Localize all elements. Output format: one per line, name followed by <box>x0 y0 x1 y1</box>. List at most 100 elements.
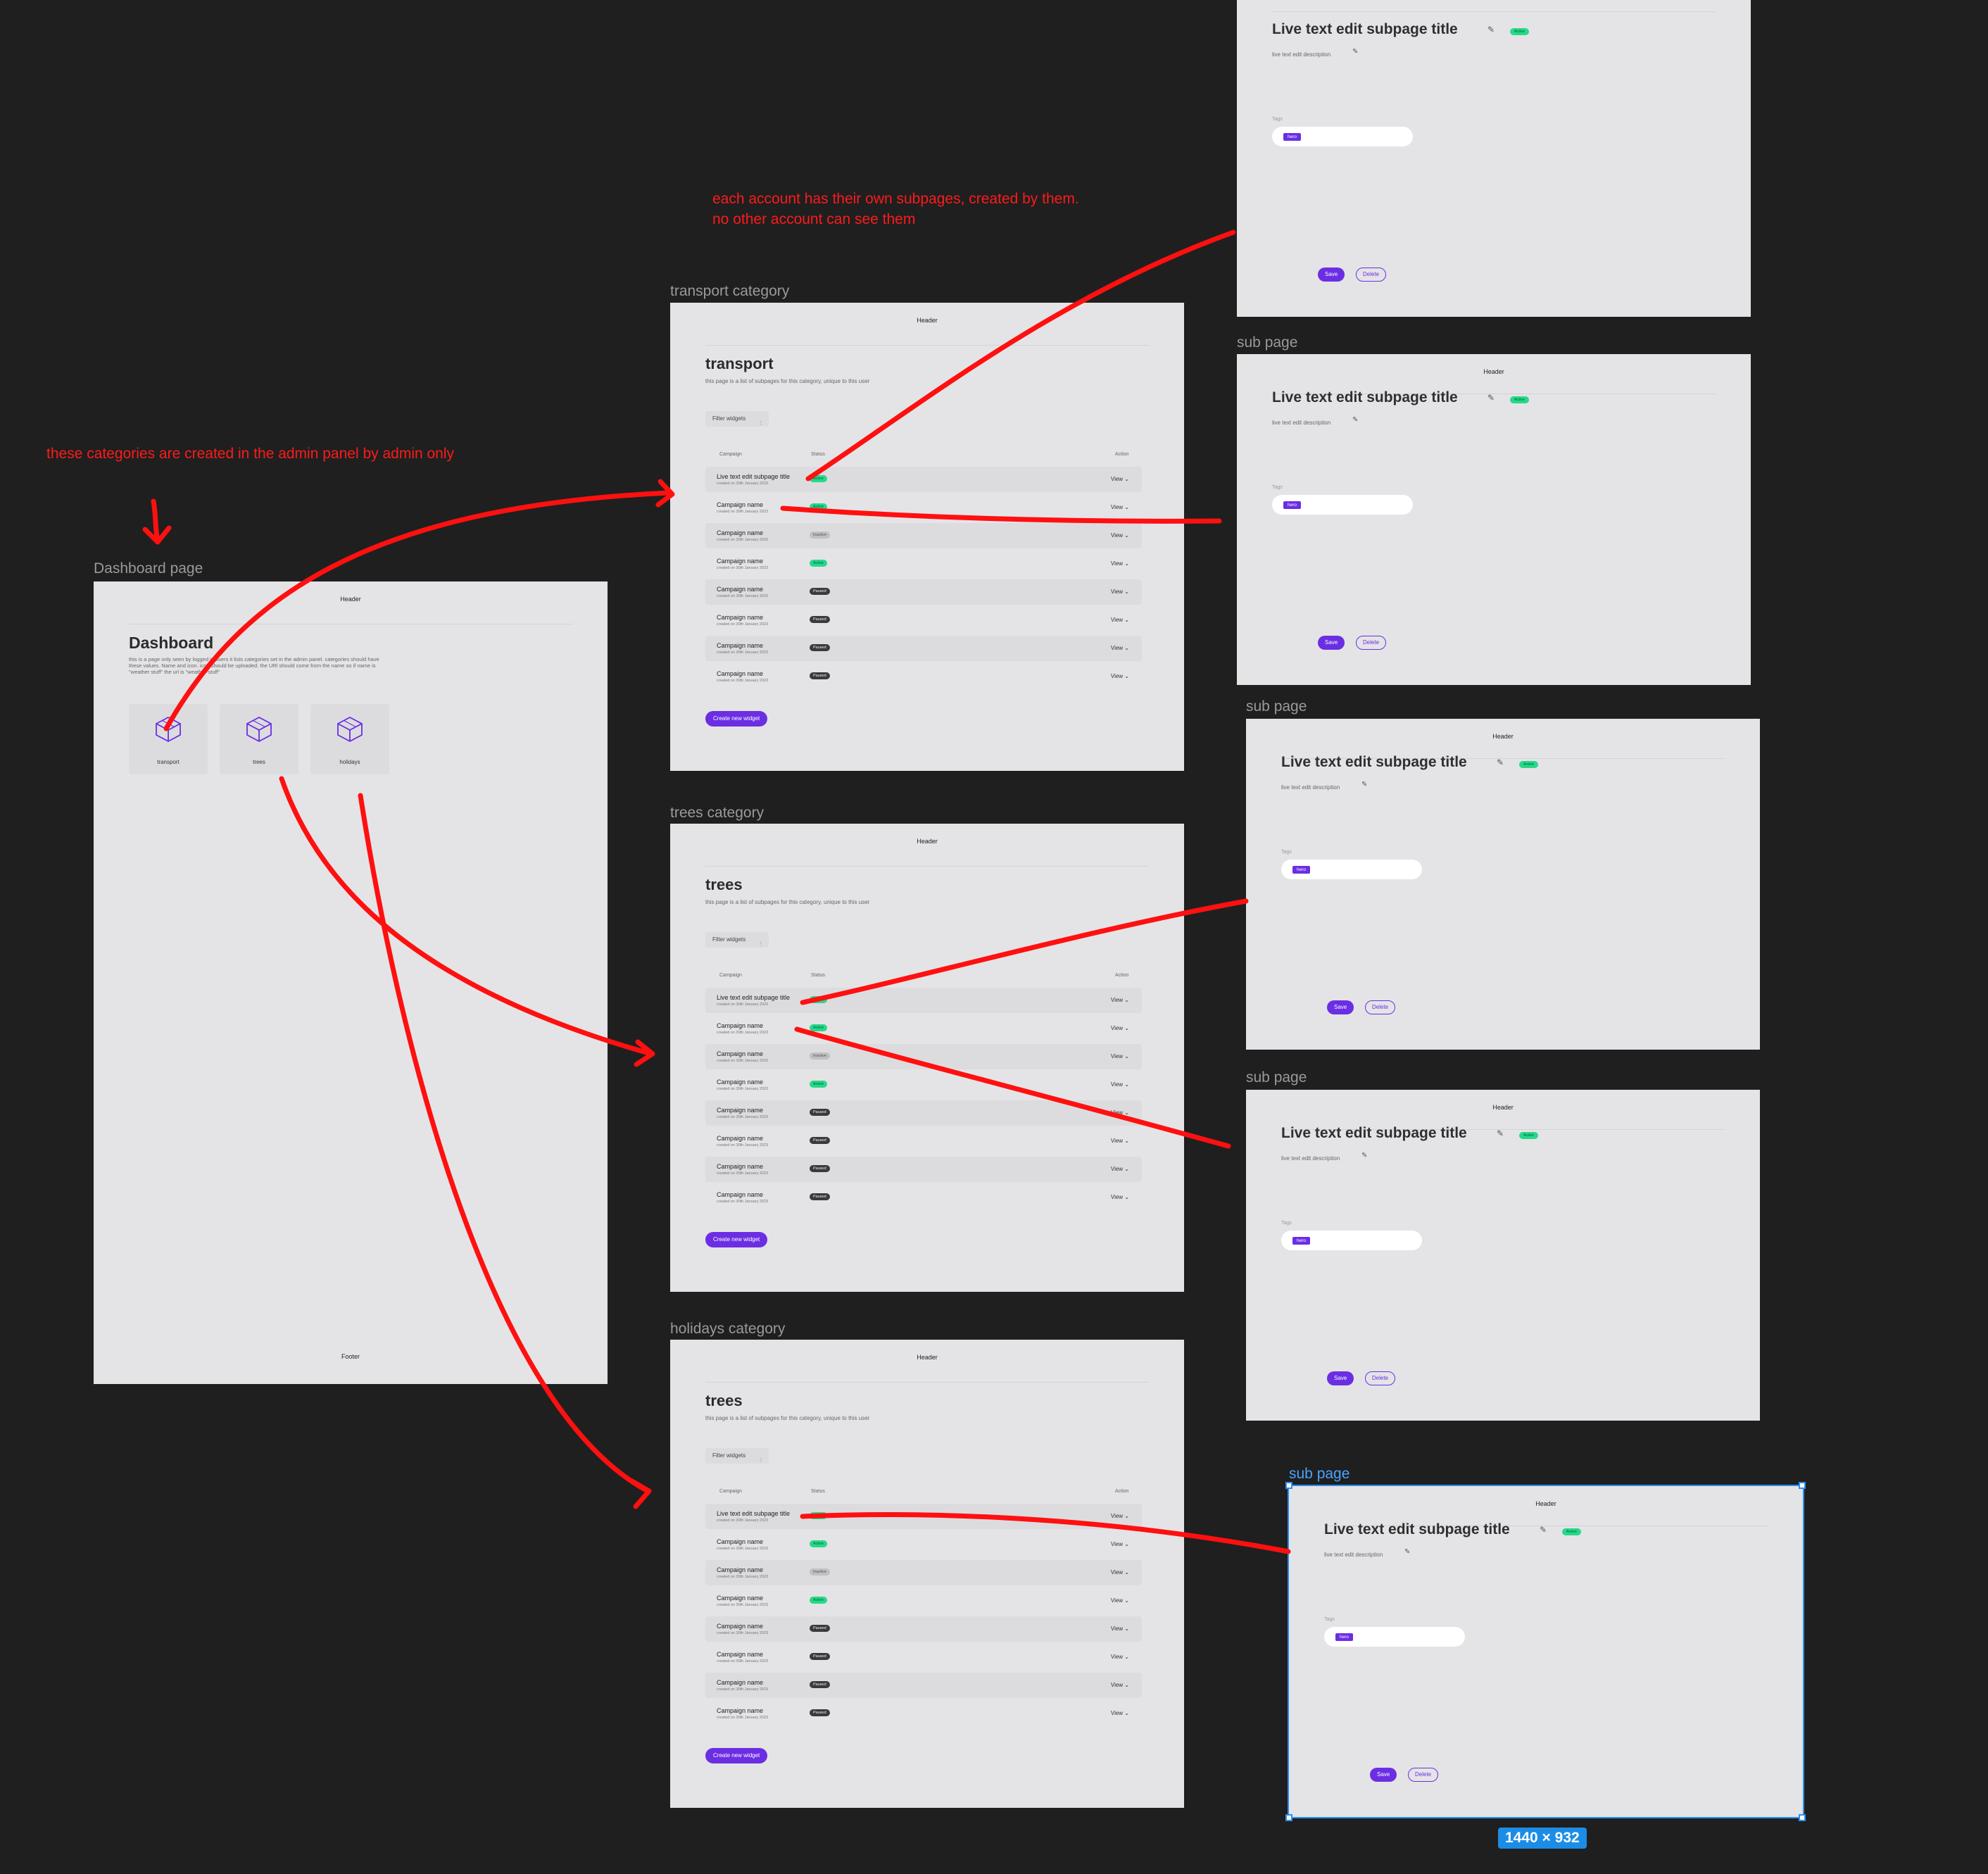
delete-button[interactable]: Delete <box>1356 636 1387 650</box>
sub-page-frame-label[interactable]: sub page <box>1237 334 1297 351</box>
table-row[interactable]: Campaign name created on 30th January 202… <box>705 1560 1142 1585</box>
table-row[interactable]: Campaign name created on 30th January 202… <box>705 1673 1142 1698</box>
view-dropdown[interactable]: View ⌄ <box>1111 997 1129 1003</box>
pencil-icon[interactable]: ✎ <box>1352 416 1358 424</box>
tag-chip[interactable]: hero <box>1283 133 1302 141</box>
delete-button[interactable]: Delete <box>1356 268 1387 282</box>
table-row[interactable]: Campaign name created on 30th January 202… <box>705 1701 1142 1726</box>
view-dropdown[interactable]: View ⌄ <box>1111 1654 1129 1660</box>
view-dropdown[interactable]: View ⌄ <box>1111 673 1129 679</box>
dashboard-frame[interactable]: Header Dashboard this is a page only see… <box>94 581 608 1384</box>
delete-button[interactable]: Delete <box>1408 1768 1439 1782</box>
table-row[interactable]: Campaign name created on 30th January 202… <box>705 1016 1142 1041</box>
view-dropdown[interactable]: View ⌄ <box>1111 1194 1129 1200</box>
sub-page-frame[interactable]: Header Live text edit subpage title ✎ Activ… <box>1246 1090 1760 1421</box>
table-row[interactable]: Live text edit subpage title created on 3… <box>705 988 1142 1013</box>
save-button[interactable]: Save <box>1327 1371 1354 1385</box>
view-dropdown[interactable]: View ⌄ <box>1111 504 1129 510</box>
pencil-icon[interactable]: ✎ <box>1361 1152 1367 1159</box>
sub-page-frame[interactable]: Header Live text edit subpage title ✎ Activ… <box>1237 354 1751 685</box>
tags-input[interactable]: hero <box>1272 127 1413 146</box>
pencil-icon[interactable]: ✎ <box>1497 1128 1504 1138</box>
pencil-icon[interactable]: ✎ <box>1487 25 1495 34</box>
tag-chip[interactable]: hero <box>1292 866 1311 874</box>
category-frame[interactable]: Header transport this page is a list of su… <box>670 303 1184 771</box>
table-row[interactable]: Campaign name created on 30th January 202… <box>705 1185 1142 1210</box>
filter-widgets-button[interactable]: Filter widgets ⫶ <box>705 411 769 427</box>
view-dropdown[interactable]: View ⌄ <box>1111 1541 1129 1547</box>
view-dropdown[interactable]: View ⌄ <box>1111 1682 1129 1688</box>
table-row[interactable]: Campaign name created on 30th January 202… <box>705 495 1142 520</box>
sub-page-frame[interactable]: Header Live text edit subpage title ✎ Activ… <box>1246 719 1760 1050</box>
table-row[interactable]: Campaign name created on 30th January 202… <box>705 1532 1142 1557</box>
view-dropdown[interactable]: View ⌄ <box>1111 532 1129 539</box>
pencil-icon[interactable]: ✎ <box>1352 48 1358 56</box>
view-dropdown[interactable]: View ⌄ <box>1111 617 1129 623</box>
view-dropdown[interactable]: View ⌄ <box>1111 1138 1129 1144</box>
save-button[interactable]: Save <box>1318 636 1345 650</box>
view-dropdown[interactable]: View ⌄ <box>1111 1625 1129 1632</box>
subpage-title[interactable]: Live text edit subpage title <box>1272 21 1458 38</box>
delete-button[interactable]: Delete <box>1365 1371 1396 1385</box>
sub-page-frame-label[interactable]: sub page <box>1246 698 1307 715</box>
save-button[interactable]: Save <box>1318 268 1345 282</box>
category-frame-label[interactable]: transport category <box>670 283 789 300</box>
subpage-title[interactable]: Live text edit subpage title <box>1272 389 1458 406</box>
view-dropdown[interactable]: View ⌄ <box>1111 1710 1129 1716</box>
delete-button[interactable]: Delete <box>1365 1000 1396 1014</box>
pencil-icon[interactable]: ✎ <box>1404 1548 1410 1556</box>
view-dropdown[interactable]: View ⌄ <box>1111 1109 1129 1116</box>
view-dropdown[interactable]: View ⌄ <box>1111 1513 1129 1519</box>
tag-chip[interactable]: hero <box>1335 1633 1354 1641</box>
table-row[interactable]: Campaign name created on 30th January 202… <box>705 664 1142 689</box>
subpage-description[interactable]: live text edit description <box>1281 784 1340 791</box>
view-dropdown[interactable]: View ⌄ <box>1111 1025 1129 1031</box>
table-row[interactable]: Campaign name created on 30th January 202… <box>705 1616 1142 1642</box>
view-dropdown[interactable]: View ⌄ <box>1111 1053 1129 1059</box>
view-dropdown[interactable]: View ⌄ <box>1111 1597 1129 1604</box>
table-row[interactable]: Campaign name created on 30th January 202… <box>705 1645 1142 1670</box>
tag-chip[interactable]: hero <box>1283 501 1302 509</box>
table-row[interactable]: Campaign name created on 30th January 202… <box>705 551 1142 577</box>
table-row[interactable]: Campaign name created on 30th January 202… <box>705 523 1142 548</box>
view-dropdown[interactable]: View ⌄ <box>1111 645 1129 651</box>
pencil-icon[interactable]: ✎ <box>1361 781 1367 788</box>
view-dropdown[interactable]: View ⌄ <box>1111 1569 1129 1576</box>
selection-handle[interactable] <box>1285 1482 1292 1489</box>
subpage-description[interactable]: live text edit description <box>1272 420 1330 426</box>
table-row[interactable]: Campaign name created on 30th January 202… <box>705 636 1142 661</box>
category-frame-label[interactable]: trees category <box>670 805 764 822</box>
create-widget-button[interactable]: Create new widget <box>705 1748 768 1763</box>
table-row[interactable]: Campaign name created on 30th January 202… <box>705 1157 1142 1182</box>
tags-input[interactable]: hero <box>1281 860 1422 879</box>
tag-chip[interactable]: hero <box>1292 1237 1311 1245</box>
selection-handle[interactable] <box>1285 1814 1292 1821</box>
tags-input[interactable]: hero <box>1272 495 1413 515</box>
dashboard-frame-label[interactable]: Dashboard page <box>94 560 203 577</box>
save-button[interactable]: Save <box>1370 1768 1397 1782</box>
pencil-icon[interactable]: ✎ <box>1540 1525 1547 1535</box>
filter-widgets-button[interactable]: Filter widgets ⫶ <box>705 932 769 948</box>
filter-widgets-button[interactable]: Filter widgets ⫶ <box>705 1448 769 1464</box>
create-widget-button[interactable]: Create new widget <box>705 711 768 727</box>
category-card-holidays[interactable]: holidays <box>310 704 389 774</box>
sub-page-frame-label[interactable]: sub page <box>1289 1466 1350 1483</box>
subpage-description[interactable]: live text edit description <box>1272 51 1330 58</box>
sub-page-frame[interactable]: Header Live text edit subpage title ✎ Activ… <box>1288 1485 1804 1818</box>
save-button[interactable]: Save <box>1327 1000 1354 1014</box>
create-widget-button[interactable]: Create new widget <box>705 1232 768 1247</box>
subpage-title[interactable]: Live text edit subpage title <box>1281 754 1467 771</box>
table-row[interactable]: Live text edit subpage title created on 3… <box>705 467 1142 492</box>
subpage-title[interactable]: Live text edit subpage title <box>1324 1521 1510 1538</box>
pencil-icon[interactable]: ✎ <box>1497 757 1504 767</box>
category-frame-label[interactable]: holidays category <box>670 1321 785 1338</box>
tags-input[interactable]: hero <box>1281 1231 1422 1250</box>
table-row[interactable]: Campaign name created on 30th January 202… <box>705 1100 1142 1126</box>
subpage-description[interactable]: live text edit description <box>1281 1155 1340 1162</box>
table-row[interactable]: Live text edit subpage title created on 3… <box>705 1504 1142 1529</box>
table-row[interactable]: Campaign name created on 30th January 202… <box>705 1072 1142 1098</box>
view-dropdown[interactable]: View ⌄ <box>1111 1166 1129 1172</box>
category-frame[interactable]: Header trees this page is a list of subpag… <box>670 824 1184 1292</box>
view-dropdown[interactable]: View ⌄ <box>1111 476 1129 482</box>
table-row[interactable]: Campaign name created on 30th January 202… <box>705 1128 1142 1154</box>
